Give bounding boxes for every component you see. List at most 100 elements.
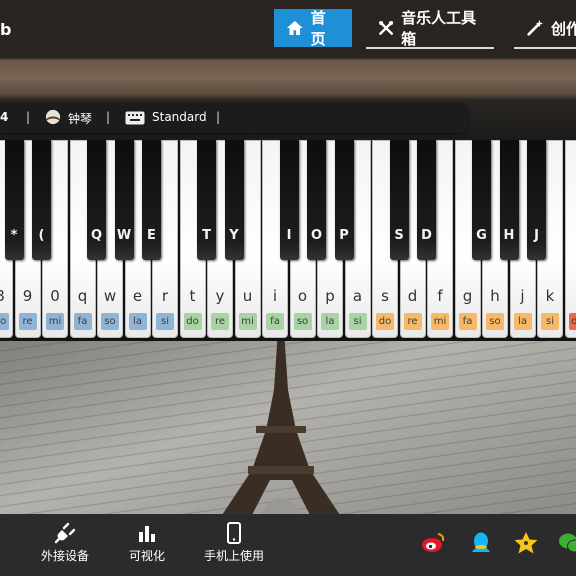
- key-char-label: j: [520, 287, 525, 305]
- qq-icon[interactable]: [468, 530, 494, 556]
- solfege-label: mi: [46, 313, 64, 330]
- key-char-label: u: [242, 287, 253, 305]
- piano-black-key[interactable]: W: [114, 140, 134, 260]
- piano-black-key[interactable]: G: [472, 140, 491, 260]
- footer-external-device[interactable]: 外接设备: [41, 522, 89, 564]
- piano-black-key[interactable]: J: [527, 140, 546, 260]
- key-char-label: y: [215, 287, 225, 305]
- solfege-label: so: [486, 313, 504, 330]
- piano-black-key[interactable]: I: [279, 140, 299, 260]
- key-char-label: r: [161, 287, 169, 305]
- solfege-label: do: [568, 313, 576, 330]
- solfege-label: do: [0, 313, 9, 330]
- solfege-label: si: [348, 313, 367, 330]
- nav-create-underline: [514, 47, 576, 49]
- instrument-icon[interactable]: [44, 109, 62, 125]
- nav-create[interactable]: 创作: [514, 9, 576, 49]
- key-char-label: p: [325, 287, 335, 305]
- key-char-label: k: [545, 287, 555, 305]
- nav-home-label: 首页: [310, 9, 326, 48]
- toolbar-separator: |: [216, 110, 221, 124]
- key-char-label: T: [202, 228, 211, 243]
- key-char-label: a: [352, 287, 363, 305]
- solfege-label: do: [376, 313, 394, 330]
- piano-black-key[interactable]: S: [389, 140, 409, 260]
- piano-black-key[interactable]: *: [4, 140, 24, 260]
- footer-bar: E 外接设备 可视化 手机上使用: [0, 514, 576, 576]
- piano-black-key[interactable]: T: [197, 140, 216, 260]
- instrument-select[interactable]: 钟琴: [68, 110, 92, 127]
- key-char-label: q: [77, 287, 88, 305]
- key-char-label: l: [566, 287, 576, 305]
- solfege-label: do: [183, 313, 202, 330]
- nav-home[interactable]: 首页: [274, 9, 352, 48]
- key-char-label: d: [407, 287, 418, 305]
- solfege-label: so: [293, 313, 312, 330]
- toolbar-separator: |: [106, 110, 111, 124]
- key-char-label: D: [421, 228, 432, 243]
- key-char-label: h: [490, 287, 500, 305]
- piano-black-key[interactable]: H: [499, 140, 519, 260]
- eiffel-tower-figurine: [222, 330, 340, 515]
- solfege-label: so: [101, 313, 119, 330]
- weibo-icon[interactable]: [420, 530, 446, 556]
- solfege-label: mi: [431, 313, 449, 330]
- toolbar-leading-text: 4: [0, 110, 9, 124]
- key-char-label: w: [103, 287, 117, 305]
- key-char-label: W: [116, 228, 132, 243]
- key-char-label: S: [394, 228, 404, 243]
- phone-icon: [227, 522, 241, 544]
- key-char-label: e: [132, 287, 143, 305]
- key-char-label: t: [189, 287, 196, 305]
- key-char-label: s: [381, 287, 389, 305]
- footer-visualization[interactable]: 可视化: [129, 522, 165, 564]
- solfege-label: fa: [458, 313, 477, 330]
- keymap-select[interactable]: Standard: [152, 110, 207, 124]
- solfege-label: mi: [238, 313, 257, 330]
- piano-black-key[interactable]: D: [417, 140, 436, 260]
- piano-black-key[interactable]: P: [334, 140, 354, 260]
- solfege-label: si: [156, 313, 174, 330]
- nav-tools[interactable]: 音乐人工具箱: [366, 9, 494, 49]
- solfege-label: fa: [73, 313, 92, 330]
- key-char-label: 0: [50, 287, 60, 305]
- key-char-label: *: [10, 228, 18, 243]
- home-icon: [286, 20, 303, 36]
- nav-tools-label: 音乐人工具箱: [401, 9, 477, 48]
- key-char-label: i: [272, 287, 278, 305]
- footer-mobile-label: 手机上使用: [204, 549, 265, 563]
- solfege-label: si: [541, 313, 559, 330]
- key-char-label: O: [310, 228, 323, 243]
- piano-toolbar: 4 | 钟琴 | Standard |: [0, 103, 468, 133]
- nav-create-label: 创作: [551, 19, 576, 38]
- solfege-label: la: [513, 313, 532, 330]
- piano-white-key[interactable]: l do: [564, 140, 576, 338]
- key-char-label: o: [297, 287, 308, 305]
- site-logo[interactable]: b: [0, 20, 11, 40]
- toolbar-separator: |: [26, 110, 31, 124]
- tools-icon: [379, 21, 393, 35]
- piano-black-key[interactable]: E: [142, 140, 161, 260]
- wechat-icon[interactable]: [558, 530, 576, 556]
- keyboard-icon[interactable]: [125, 111, 145, 125]
- key-char-label: H: [503, 228, 515, 243]
- piano-black-key[interactable]: Y: [224, 140, 244, 260]
- key-char-label: 8: [0, 287, 12, 305]
- piano-black-key[interactable]: Q: [87, 140, 106, 260]
- solfege-label: la: [128, 313, 147, 330]
- solfege-label: la: [321, 313, 339, 330]
- piano-black-key[interactable]: O: [307, 140, 326, 260]
- key-char-label: Q: [90, 228, 103, 243]
- piano-black-key[interactable]: (: [32, 140, 51, 260]
- plug-icon: [54, 522, 76, 544]
- key-char-label: 9: [22, 287, 33, 305]
- key-char-label: f: [437, 287, 443, 305]
- footer-external-device-label: 外接设备: [41, 549, 90, 563]
- key-char-label: (: [38, 228, 45, 243]
- footer-visualization-label: 可视化: [129, 549, 166, 563]
- key-char-label: I: [286, 228, 292, 243]
- solfege-label: re: [211, 313, 229, 330]
- qzone-icon[interactable]: [513, 530, 539, 556]
- footer-mobile[interactable]: 手机上使用: [204, 522, 264, 564]
- key-char-label: G: [476, 228, 487, 243]
